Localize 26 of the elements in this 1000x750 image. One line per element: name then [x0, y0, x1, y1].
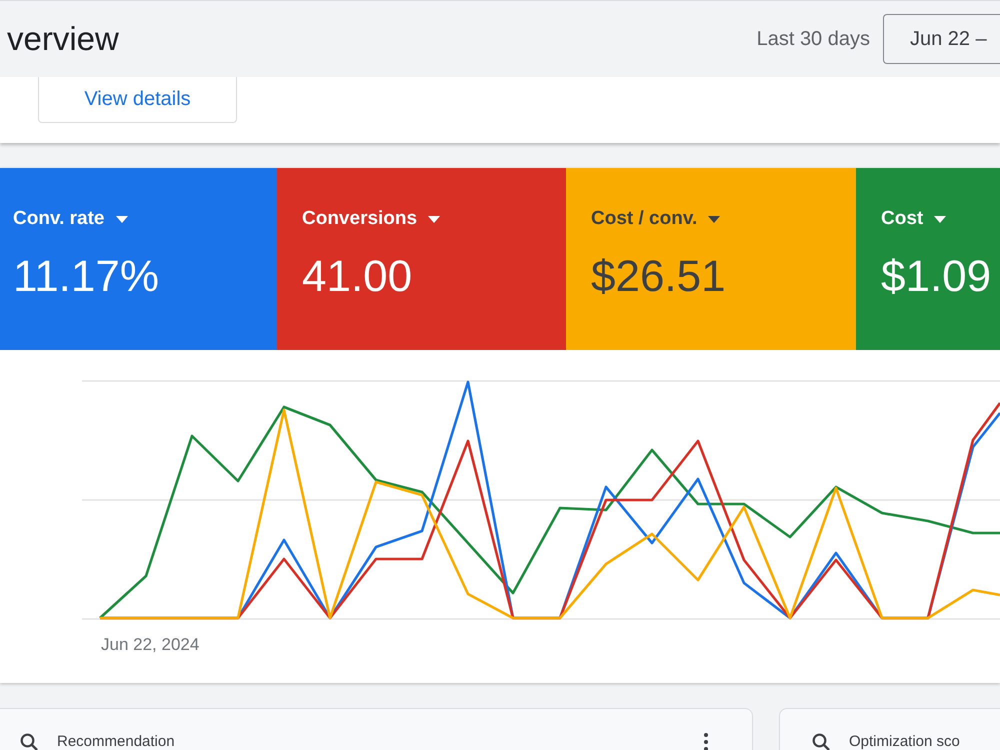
- search-icon: [20, 733, 38, 750]
- x-axis-label: Jun 22, 2024: [101, 635, 200, 654]
- card-title: Optimization sco: [849, 733, 961, 750]
- caret-icon: [428, 216, 440, 222]
- metric-tile[interactable]: Conversions 41.00: [277, 168, 566, 350]
- metric-tile[interactable]: Conv. rate 11.17%: [0, 168, 277, 350]
- caret-icon: [934, 216, 946, 222]
- caret-icon: [708, 216, 720, 222]
- card-title: Recommendation: [57, 733, 176, 750]
- metric-selector[interactable]: Conversions: [302, 208, 440, 230]
- metric-selector[interactable]: Cost: [881, 208, 946, 230]
- metric-tile[interactable]: Cost / conv. $26.51: [566, 168, 856, 350]
- metric-tile[interactable]: Cost $1.09: [856, 168, 1000, 350]
- metric-value: 41.00: [302, 252, 414, 302]
- view-details-button[interactable]: View details: [38, 77, 237, 123]
- metric-value: $1.09: [881, 252, 992, 302]
- date-range-button[interactable]: Jun 22 –: [883, 14, 1000, 64]
- metric-value: $26.51: [591, 252, 727, 302]
- page-title: verview: [7, 20, 119, 58]
- caret-icon: [116, 216, 128, 222]
- date-range-label: Last 30 days: [756, 28, 870, 50]
- metric-selector[interactable]: Conv. rate: [13, 208, 128, 230]
- more-options-icon[interactable]: [704, 733, 708, 750]
- metric-value: 11.17%: [13, 252, 160, 302]
- search-icon: [812, 733, 830, 750]
- metric-selector[interactable]: Cost / conv.: [591, 208, 720, 230]
